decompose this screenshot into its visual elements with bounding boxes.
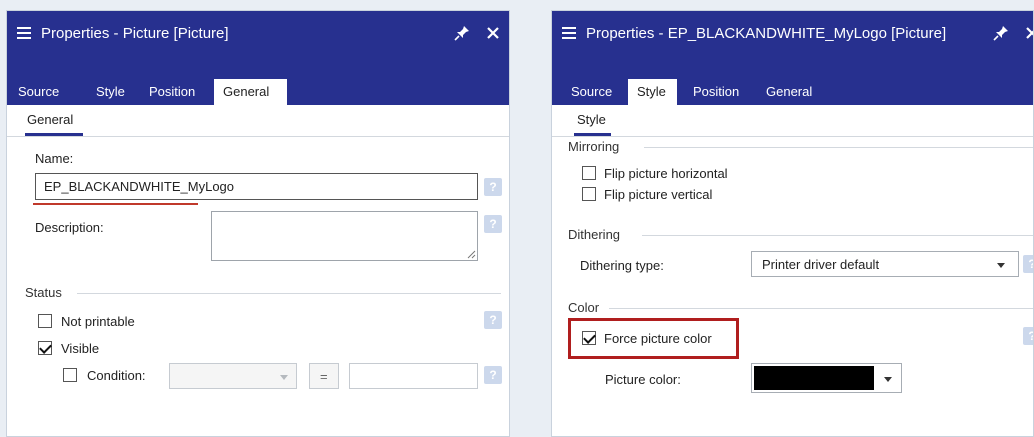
mirroring-separator xyxy=(644,147,1033,148)
tab-source[interactable]: Source xyxy=(562,79,621,105)
subtab-separator xyxy=(552,136,1033,137)
dithering-type-value: Printer driver default xyxy=(762,257,880,272)
name-highlight-underline xyxy=(33,203,198,205)
tab-style[interactable]: Style xyxy=(628,79,677,105)
pin-icon[interactable] xyxy=(992,24,1010,42)
condition-operator-value: = xyxy=(320,369,328,384)
title-bar: Properties - EP_BLACKANDWHITE_MyLogo [Pi… xyxy=(552,11,1033,55)
chevron-down-icon xyxy=(884,377,892,382)
subtab-general[interactable]: General xyxy=(27,112,73,127)
condition-checkbox[interactable] xyxy=(63,368,77,382)
description-label: Description: xyxy=(35,220,104,235)
tab-general[interactable]: General xyxy=(757,79,821,105)
condition-value-input[interactable] xyxy=(349,363,478,389)
help-icon[interactable]: ? xyxy=(484,215,502,233)
condition-operator-select[interactable]: = xyxy=(309,363,339,389)
tab-general[interactable]: General xyxy=(214,79,287,105)
subtab-style[interactable]: Style xyxy=(577,112,606,127)
section-dithering: Dithering xyxy=(568,227,621,242)
section-mirroring: Mirroring xyxy=(568,139,620,154)
help-icon[interactable]: ? xyxy=(484,311,502,329)
chevron-down-icon xyxy=(997,263,1005,268)
subtab-separator xyxy=(7,136,509,137)
tab-style[interactable]: Style xyxy=(87,79,134,105)
name-input[interactable]: EP_BLACKANDWHITE_MyLogo xyxy=(35,173,478,200)
close-icon[interactable] xyxy=(1025,26,1034,40)
not-printable-label: Not printable xyxy=(61,314,135,329)
dithering-type-label: Dithering type: xyxy=(580,258,664,273)
help-icon[interactable]: ? xyxy=(484,178,502,196)
not-printable-checkbox[interactable] xyxy=(38,314,52,328)
help-icon[interactable]: ? xyxy=(1023,327,1033,345)
flip-vertical-checkbox[interactable] xyxy=(582,187,596,201)
help-icon[interactable]: ? xyxy=(484,366,502,384)
picture-color-picker[interactable] xyxy=(751,363,902,393)
menu-icon[interactable] xyxy=(562,27,576,39)
panel-title: Properties - EP_BLACKANDWHITE_MyLogo [Pi… xyxy=(586,24,947,42)
section-color: Color xyxy=(568,300,600,315)
name-value: EP_BLACKANDWHITE_MyLogo xyxy=(44,179,235,194)
flip-vertical-label: Flip picture vertical xyxy=(604,187,713,202)
title-bar: Properties - Picture [Picture] xyxy=(7,11,509,55)
visible-checkbox[interactable] xyxy=(38,341,52,355)
force-color-label: Force picture color xyxy=(604,331,712,346)
tab-bar: Source Style Position General xyxy=(7,55,509,105)
condition-label: Condition: xyxy=(87,368,146,383)
status-separator xyxy=(77,293,501,294)
section-status: Status xyxy=(25,285,62,300)
visible-label: Visible xyxy=(61,341,100,356)
resize-grip-icon[interactable] xyxy=(467,250,476,259)
tab-position[interactable]: Position xyxy=(140,79,204,105)
tab-position[interactable]: Position xyxy=(684,79,748,105)
description-input[interactable] xyxy=(211,211,478,261)
close-icon[interactable] xyxy=(486,26,500,40)
picture-color-label: Picture color: xyxy=(605,372,681,387)
properties-panel-right: Properties - EP_BLACKANDWHITE_MyLogo [Pi… xyxy=(551,10,1034,437)
dithering-type-select[interactable]: Printer driver default xyxy=(751,251,1019,277)
panel-title: Properties - Picture [Picture] xyxy=(41,24,229,42)
color-swatch xyxy=(754,366,874,390)
name-label: Name: xyxy=(35,151,74,166)
tab-source[interactable]: Source xyxy=(9,79,68,105)
chevron-down-icon xyxy=(280,375,288,380)
menu-icon[interactable] xyxy=(17,27,31,39)
condition-variable-select[interactable] xyxy=(169,363,297,389)
flip-horizontal-label: Flip picture horizontal xyxy=(604,166,728,181)
color-separator xyxy=(609,308,1033,309)
properties-panel-left: Properties - Picture [Picture] Source St… xyxy=(6,10,510,437)
force-color-checkbox[interactable] xyxy=(582,331,596,345)
tab-bar: Source Style Position General xyxy=(552,55,1033,105)
pin-icon[interactable] xyxy=(453,24,471,42)
flip-horizontal-checkbox[interactable] xyxy=(582,166,596,180)
help-icon[interactable]: ? xyxy=(1023,255,1033,273)
dithering-separator xyxy=(642,235,1033,236)
